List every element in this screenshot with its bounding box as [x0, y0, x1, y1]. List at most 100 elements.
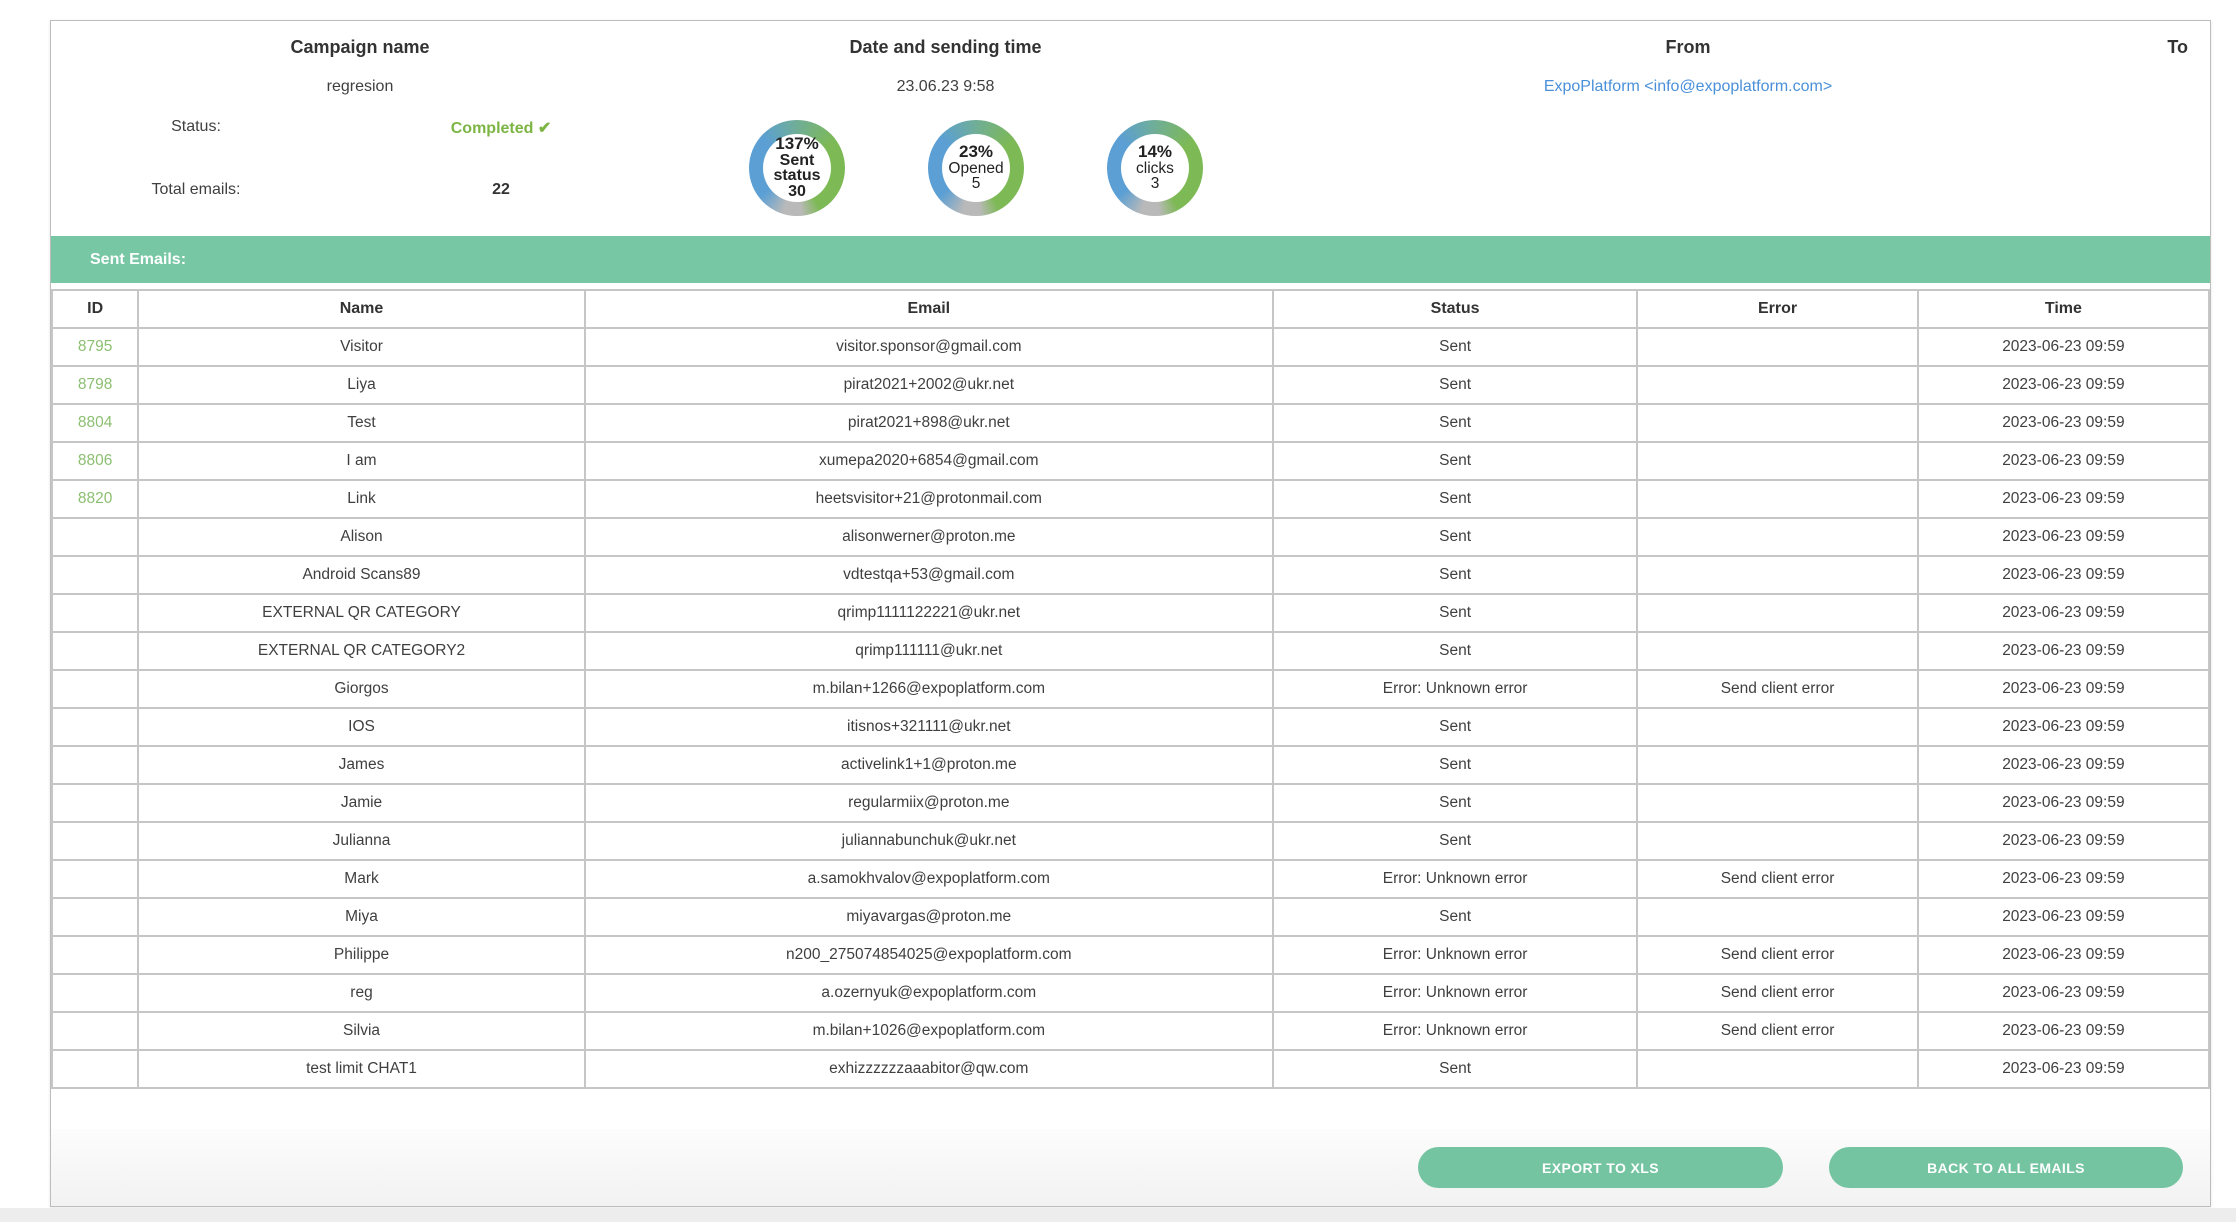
- cell-time: 2023-06-23 09:59: [1918, 366, 2209, 404]
- cell-status: Error: Unknown error: [1273, 936, 1638, 974]
- cell-status: Sent: [1273, 366, 1638, 404]
- cell-name: Android Scans89: [138, 556, 584, 594]
- table-row: IOSitisnos+321111@ukr.netSent2023-06-23 …: [52, 708, 2209, 746]
- cell-name: EXTERNAL QR CATEGORY: [138, 594, 584, 632]
- cell-email: itisnos+321111@ukr.net: [585, 708, 1273, 746]
- cell-error: [1637, 898, 1917, 936]
- cell-id: [52, 556, 138, 594]
- cell-id: [52, 860, 138, 898]
- table-row: 8798Liyapirat2021+2002@ukr.netSent 2023-0…: [52, 366, 2209, 404]
- cell-status: Error: Unknown error: [1273, 670, 1638, 708]
- cell-name: test limit CHAT1: [138, 1050, 584, 1088]
- cell-id: [52, 518, 138, 556]
- cell-name: Link: [138, 480, 584, 518]
- column-header-time: Time: [1918, 290, 2209, 328]
- cell-time: 2023-06-23 09:59: [1918, 594, 2209, 632]
- cell-error: [1637, 556, 1917, 594]
- table-row: 8820Linkheetsvisitor+21@protonmail.comSe…: [52, 480, 2209, 518]
- cell-id[interactable]: 8798: [52, 366, 138, 404]
- cell-id[interactable]: 8795: [52, 328, 138, 366]
- cell-status: Sent: [1273, 784, 1638, 822]
- from-email-link[interactable]: ExpoPlatform <info@expoplatform.com>: [1544, 78, 1832, 95]
- cell-time: 2023-06-23 09:59: [1918, 784, 2209, 822]
- cell-email: alisonwerner@proton.me: [585, 518, 1273, 556]
- cell-time: 2023-06-23 09:59: [1918, 556, 2209, 594]
- cell-email: a.ozernyuk@expoplatform.com: [585, 974, 1273, 1012]
- cell-name: Julianna: [138, 822, 584, 860]
- cell-name: reg: [138, 974, 584, 1012]
- campaign-report-card: Campaign name regresion Status: Complete…: [50, 20, 2211, 1207]
- cell-id[interactable]: 8804: [52, 404, 138, 442]
- table-row: Jamieregularmiix@proton.meSent2023-06-23…: [52, 784, 2209, 822]
- page-bottom-strip: [0, 1208, 2236, 1222]
- cell-id: [52, 784, 138, 822]
- cell-error: [1637, 632, 1917, 670]
- cell-email: m.bilan+1266@expoplatform.com: [585, 670, 1273, 708]
- cell-error: [1637, 518, 1917, 556]
- back-to-all-emails-button[interactable]: BACK TO ALL EMAILS: [1829, 1147, 2183, 1188]
- cell-time: 2023-06-23 09:59: [1918, 936, 2209, 974]
- cell-name: I am: [138, 442, 584, 480]
- cell-status: Error: Unknown error: [1273, 860, 1638, 898]
- cell-id[interactable]: 8806: [52, 442, 138, 480]
- cell-id: [52, 822, 138, 860]
- cell-time: 2023-06-23 09:59: [1918, 898, 2209, 936]
- table-row: 8806I amxumepa2020+6854@gmail.comSent202…: [52, 442, 2209, 480]
- cell-id[interactable]: 8820: [52, 480, 138, 518]
- sent-emails-table: IDNameEmailStatusErrorTime 8795Visitorvi…: [51, 289, 2210, 1089]
- table-row: Silviam.bilan+1026@expoplatform.comError…: [52, 1012, 2209, 1050]
- cell-name: Miya: [138, 898, 584, 936]
- cell-error: Send client error: [1637, 670, 1917, 708]
- cell-status: Sent: [1273, 822, 1638, 860]
- cell-email: pirat2021+898@ukr.net: [585, 404, 1273, 442]
- cell-status: Sent: [1273, 594, 1638, 632]
- cell-status: Sent: [1273, 442, 1638, 480]
- cell-id: [52, 936, 138, 974]
- cell-email: visitor.sponsor@gmail.com: [585, 328, 1273, 366]
- cell-email: vdtestqa+53@gmail.com: [585, 556, 1273, 594]
- gauge-ring: 137%Sentstatus30: [749, 120, 845, 216]
- total-emails-row: Total emails: 22: [51, 181, 669, 199]
- campaign-name-header: Campaign name: [51, 37, 669, 58]
- cell-name: Liya: [138, 366, 584, 404]
- column-header-id: ID: [52, 290, 138, 328]
- cell-email: m.bilan+1026@expoplatform.com: [585, 1012, 1273, 1050]
- status-row: Status: Completed ✔: [51, 118, 669, 136]
- cell-status: Sent: [1273, 898, 1638, 936]
- table-row: EXTERNAL QR CATEGORY2qrimp111111@ukr.net…: [52, 632, 2209, 670]
- cell-email: exhizzzzzzaaabitor@qw.com: [585, 1050, 1273, 1088]
- cell-error: [1637, 784, 1917, 822]
- cell-name: Visitor: [138, 328, 584, 366]
- check-icon: ✔: [538, 120, 551, 137]
- cell-time: 2023-06-23 09:59: [1918, 708, 2209, 746]
- cell-email: qrimp111111@ukr.net: [585, 632, 1273, 670]
- cell-email: pirat2021+2002@ukr.net: [585, 366, 1273, 404]
- table-row: EXTERNAL QR CATEGORYqrimp1111122221@ukr.…: [52, 594, 2209, 632]
- cell-time: 2023-06-23 09:59: [1918, 1050, 2209, 1088]
- total-emails-label: Total emails:: [51, 181, 341, 199]
- cell-name: James: [138, 746, 584, 784]
- from-header: From: [1222, 37, 2154, 58]
- footer-actions: EXPORT TO XLS BACK TO ALL EMAILS: [51, 1129, 2210, 1206]
- cell-id: [52, 974, 138, 1012]
- cell-status: Error: Unknown error: [1273, 974, 1638, 1012]
- cell-error: [1637, 366, 1917, 404]
- cell-time: 2023-06-23 09:59: [1918, 822, 2209, 860]
- cell-status: Sent: [1273, 708, 1638, 746]
- table-row: Miyamiyavargas@proton.meSent2023-06-23 0…: [52, 898, 2209, 936]
- table-row: Android Scans89vdtestqa+53@gmail.comSent…: [52, 556, 2209, 594]
- cell-name: Jamie: [138, 784, 584, 822]
- status-label: Status:: [51, 118, 341, 136]
- sent-emails-title: Sent Emails:: [90, 251, 186, 269]
- column-header-name: Name: [138, 290, 584, 328]
- cell-status: Sent: [1273, 404, 1638, 442]
- export-to-xls-button[interactable]: EXPORT TO XLS: [1418, 1147, 1783, 1188]
- cell-error: [1637, 746, 1917, 784]
- column-header-status: Status: [1273, 290, 1638, 328]
- gauge-label: 137%Sentstatus30: [763, 134, 831, 202]
- cell-status: Sent: [1273, 518, 1638, 556]
- cell-time: 2023-06-23 09:59: [1918, 328, 2209, 366]
- cell-name: Mark: [138, 860, 584, 898]
- table-row: Juliannajuliannabunchuk@ukr.netSent2023-…: [52, 822, 2209, 860]
- cell-time: 2023-06-23 09:59: [1918, 442, 2209, 480]
